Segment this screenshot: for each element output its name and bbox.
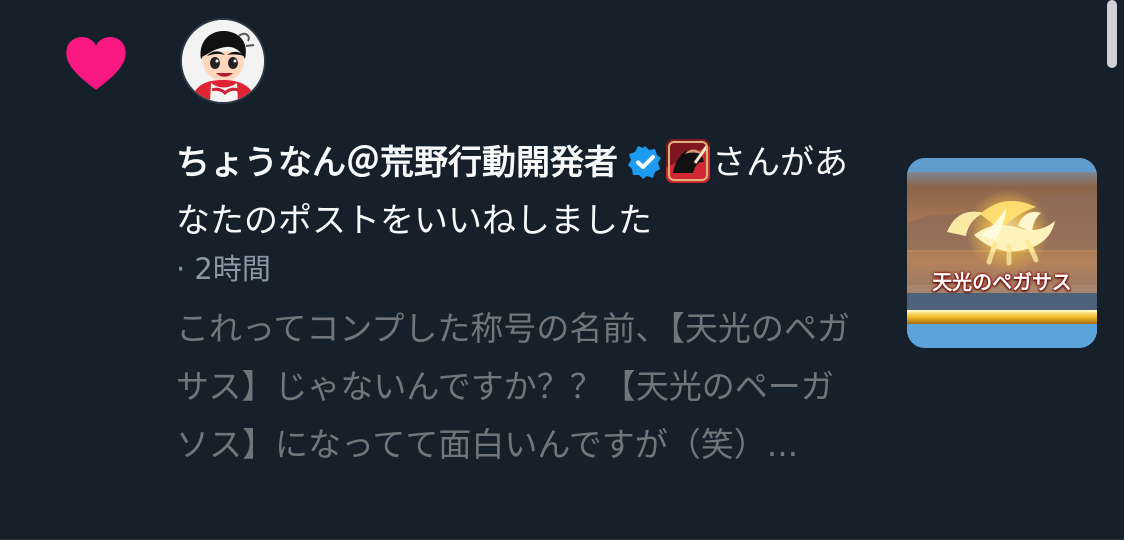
notification-screen: ちょうなん＠荒野行動開発者 さんがあなたのポストをいいねしました · 2時間 こ… xyxy=(0,0,1124,540)
post-media-thumbnail[interactable] xyxy=(907,158,1097,348)
notification-time: · 2時間 xyxy=(176,252,271,286)
liked-post-preview[interactable]: これってコンプした称号の名前、【天光のペガサス】じゃないんですか？？【天光のペー… xyxy=(176,300,856,474)
pegasus-title-image xyxy=(907,158,1097,348)
avatar[interactable] xyxy=(180,18,266,104)
user-avatar-cartoon-icon xyxy=(182,20,264,102)
verified-badge-icon xyxy=(628,139,662,179)
actor-name[interactable]: ちょうなん＠荒野行動開発者 xyxy=(176,143,618,183)
notification-content[interactable]: ちょうなん＠荒野行動開発者 さんがあなたのポストをいいねしました · 2時間 xyxy=(176,134,866,290)
scrollbar-thumb[interactable] xyxy=(1107,0,1117,68)
heart-icon xyxy=(64,36,128,92)
notification-headline: ちょうなん＠荒野行動開発者 さんがあなたのポストをいいねしました xyxy=(176,134,866,250)
game-app-icon xyxy=(666,139,710,183)
